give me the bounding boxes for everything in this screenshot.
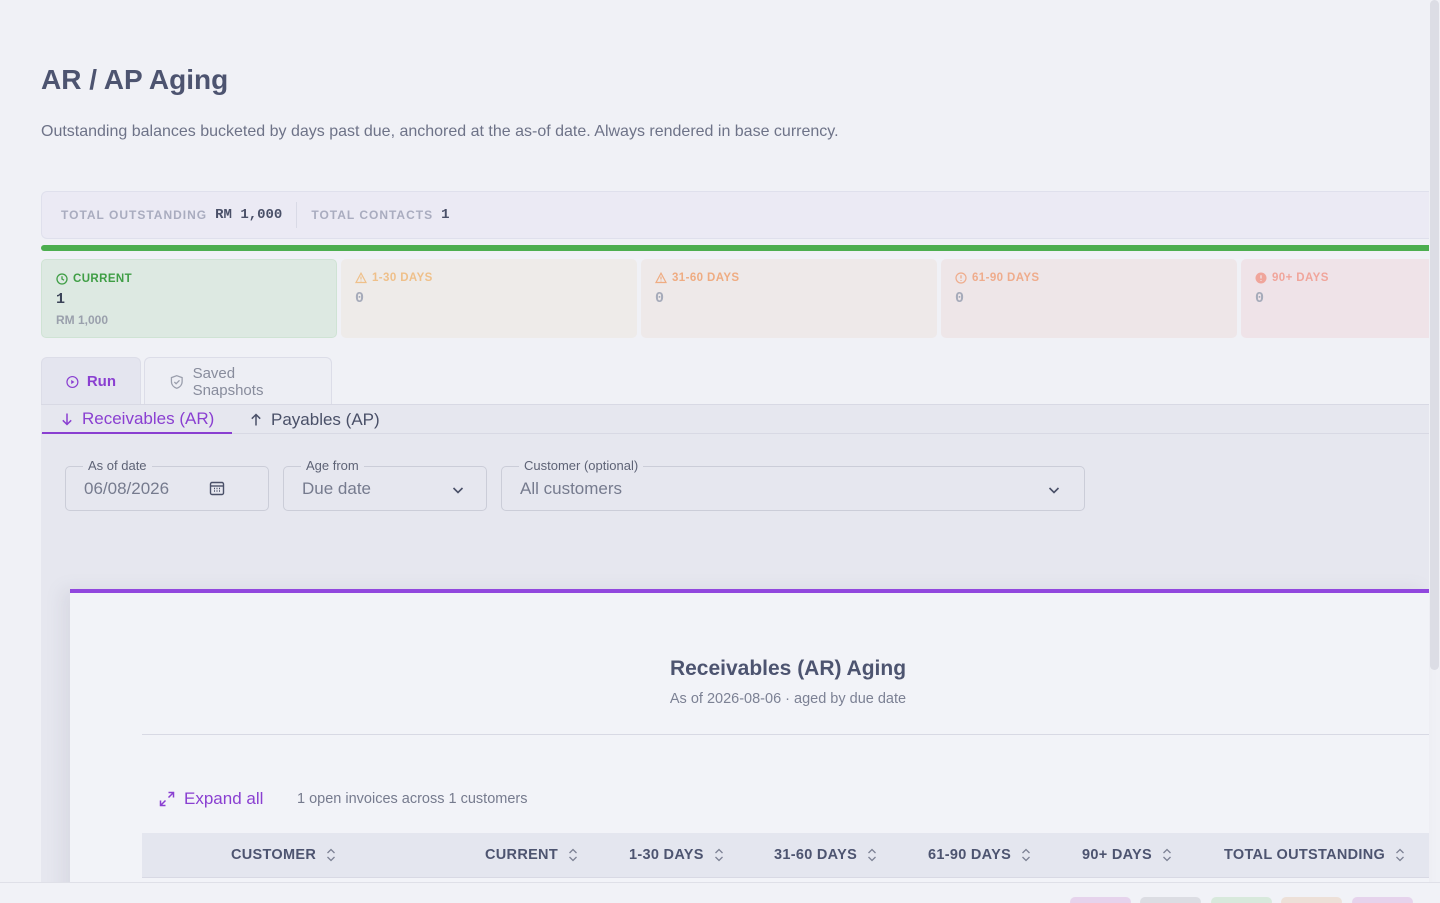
report-divider bbox=[142, 734, 1429, 735]
tab-run[interactable]: Run bbox=[41, 357, 141, 405]
aging-distribution-bar bbox=[41, 245, 1429, 251]
invoice-count-summary: 1 open invoices across 1 customers bbox=[297, 791, 528, 807]
tab-saved-snapshots[interactable]: Saved Snapshots bbox=[144, 357, 332, 405]
page-scrollbar[interactable] bbox=[1430, 0, 1439, 670]
subtab-receivables-label: Receivables (AR) bbox=[82, 408, 215, 428]
filters-panel: As of date 06/08/2026 Age from Due date … bbox=[41, 434, 1429, 903]
bucket-current-count: 1 bbox=[56, 291, 66, 308]
bucket-current-label: CURRENT bbox=[73, 273, 133, 285]
bucket-90-plus-label: 90+ DAYS bbox=[1272, 272, 1329, 284]
as-of-date-label: As of date bbox=[83, 458, 152, 473]
sort-icon bbox=[327, 848, 336, 862]
sort-icon bbox=[1163, 848, 1171, 862]
subtab-receivables[interactable]: Receivables (AR) bbox=[42, 405, 232, 434]
sort-icon bbox=[868, 848, 877, 862]
as-of-date-field[interactable]: As of date 06/08/2026 bbox=[65, 458, 269, 511]
expand-all-label: Expand all bbox=[184, 789, 264, 808]
bucket-31-60-count: 0 bbox=[655, 290, 665, 307]
ledger-subtabs: Receivables (AR) Payables (AP) bbox=[41, 405, 1429, 434]
customer-value: All customers bbox=[520, 479, 623, 498]
page-subtitle: Outstanding balances bucketed by days pa… bbox=[41, 123, 839, 140]
total-contacts: TOTAL CONTACTS 1 bbox=[311, 207, 449, 223]
column-31-60-days[interactable]: 31-60 DAYS bbox=[774, 847, 877, 863]
bucket-1-30[interactable]: 1-30 DAYS 0 bbox=[341, 259, 637, 338]
customer-select[interactable]: Customer (optional) All customers bbox=[501, 458, 1085, 511]
bucket-31-60[interactable]: 31-60 DAYS 0 bbox=[641, 259, 937, 338]
column-1-30-days[interactable]: 1-30 DAYS bbox=[629, 847, 724, 863]
subtab-payables-label: Payables (AP) bbox=[271, 409, 380, 429]
sort-icon bbox=[1396, 848, 1405, 862]
column-90-plus-days[interactable]: 90+ DAYS bbox=[1082, 847, 1172, 863]
aging-report: Receivables (AR) Aging As of 2026-08-06 … bbox=[70, 589, 1429, 903]
bucket-31-60-label: 31-60 DAYS bbox=[672, 272, 740, 284]
sort-icon bbox=[569, 848, 577, 862]
tab-run-label: Run bbox=[86, 373, 116, 390]
totals-divider bbox=[296, 202, 298, 228]
action-chip[interactable] bbox=[1140, 897, 1201, 903]
total-contacts-value: 1 bbox=[441, 207, 450, 223]
aging-buckets: CURRENT 1 RM 1,000 1-30 DAYS 0 31-60 DAY… bbox=[41, 259, 1429, 338]
total-outstanding-label: TOTAL OUTSTANDING bbox=[61, 208, 208, 222]
play-circle-icon bbox=[66, 375, 79, 388]
customer-label: Customer (optional) bbox=[519, 458, 644, 473]
action-chip[interactable] bbox=[1211, 897, 1272, 903]
aging-page: AR / AP Aging Outstanding balances bucke… bbox=[41, 0, 1429, 903]
expand-icon bbox=[159, 791, 175, 807]
totals-strip: TOTAL OUTSTANDING RM 1,000 TOTAL CONTACT… bbox=[41, 191, 1429, 239]
age-from-label: Age from bbox=[301, 458, 364, 473]
report-subtitle: As of 2026-08-06 · aged by due date bbox=[669, 691, 907, 707]
as-of-date-value: 06/08/2026 bbox=[84, 479, 170, 498]
column-61-90-days[interactable]: 61-90 DAYS bbox=[928, 847, 1031, 863]
tab-saved-snapshots-label: Saved Snapshots bbox=[192, 364, 264, 399]
bucket-61-90-label: 61-90 DAYS bbox=[972, 272, 1040, 284]
bucket-1-30-count: 0 bbox=[355, 290, 365, 307]
column-current[interactable]: CURRENT bbox=[485, 847, 578, 863]
bucket-current-amount: RM 1,000 bbox=[56, 313, 109, 327]
age-from-select[interactable]: Age from Due date bbox=[283, 458, 487, 511]
column-customer[interactable]: CUSTOMER bbox=[231, 847, 336, 863]
action-chip[interactable] bbox=[1352, 897, 1413, 903]
bucket-61-90[interactable]: 61-90 DAYS 0 bbox=[941, 259, 1237, 338]
column-total-outstanding[interactable]: TOTAL OUTSTANDING bbox=[1224, 847, 1405, 863]
chevron-down-icon bbox=[1048, 487, 1060, 494]
alert-circle-icon bbox=[955, 272, 967, 284]
subtab-payables[interactable]: Payables (AP) bbox=[249, 405, 380, 434]
action-chip[interactable] bbox=[1281, 897, 1342, 903]
sort-icon bbox=[1022, 848, 1031, 862]
report-title: Receivables (AR) Aging bbox=[669, 657, 907, 680]
main-tabs: Run Saved Snapshots bbox=[41, 357, 332, 405]
total-outstanding: TOTAL OUTSTANDING RM 1,000 bbox=[61, 207, 282, 223]
arrow-down-icon bbox=[62, 413, 72, 426]
bucket-1-30-label: 1-30 DAYS bbox=[372, 272, 433, 284]
arrow-up-icon bbox=[251, 412, 261, 425]
warning-icon bbox=[355, 272, 367, 284]
error-circle-icon bbox=[1255, 272, 1267, 284]
bottom-action-bar bbox=[0, 882, 1440, 903]
expand-all-button[interactable]: Expand all bbox=[159, 789, 263, 809]
age-from-value: Due date bbox=[302, 479, 371, 498]
warning-icon bbox=[655, 272, 667, 284]
action-chip[interactable] bbox=[1070, 897, 1131, 903]
bucket-90-plus-count: 0 bbox=[1255, 290, 1265, 307]
total-outstanding-value: RM 1,000 bbox=[215, 207, 283, 223]
sort-icon bbox=[714, 848, 723, 862]
clock-icon bbox=[56, 273, 68, 285]
bucket-61-90-count: 0 bbox=[955, 290, 965, 307]
total-contacts-label: TOTAL CONTACTS bbox=[311, 208, 434, 222]
bucket-90-plus[interactable]: 90+ DAYS 0 bbox=[1241, 259, 1429, 338]
shield-check-icon bbox=[170, 374, 183, 389]
calendar-icon[interactable] bbox=[208, 479, 226, 497]
bucket-current[interactable]: CURRENT 1 RM 1,000 bbox=[41, 259, 337, 338]
report-table-header: CUSTOMER CURRENT 1-30 DAYS 31-60 DAYS 61… bbox=[142, 833, 1429, 878]
chevron-down-icon bbox=[452, 487, 464, 494]
page-title: AR / AP Aging bbox=[41, 64, 229, 95]
